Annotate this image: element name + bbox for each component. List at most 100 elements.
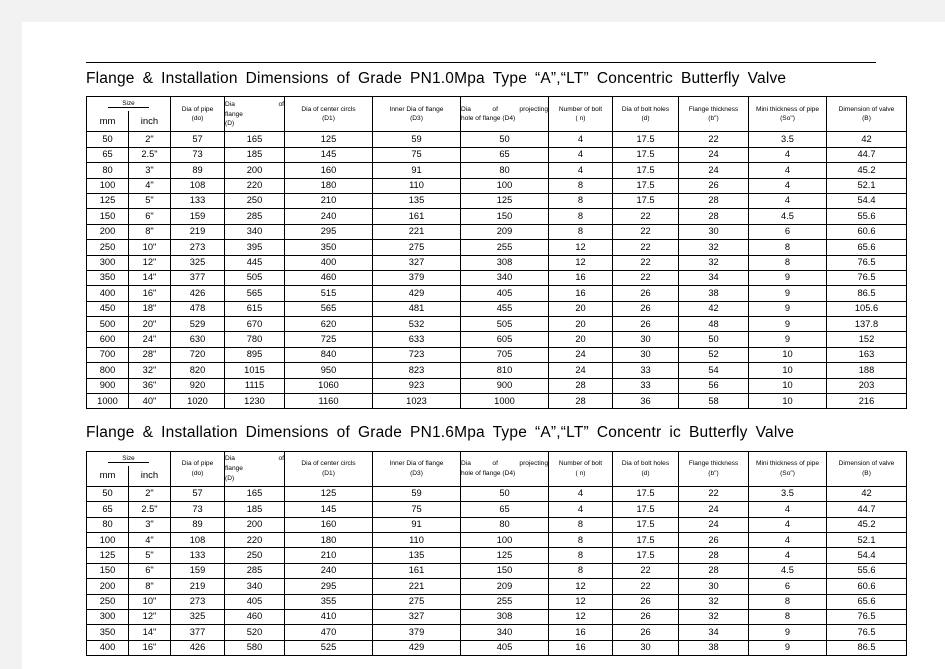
cell-b: 32 (678, 239, 749, 256)
cell-n: 8 (548, 562, 613, 580)
cell-do: 133 (170, 547, 225, 564)
cell-inch: 3" (128, 516, 171, 533)
cell-D: 565 (224, 285, 285, 302)
document-content: Flange & Installation Dimensions of Grad… (86, 62, 907, 657)
cell-D4: 405 (460, 285, 549, 302)
cell-D3: 823 (372, 362, 461, 379)
cell-mm: 700 (86, 346, 129, 364)
cell-D4: 455 (460, 300, 549, 318)
cell-So: 8 (748, 593, 827, 610)
cell-D: 250 (224, 192, 285, 210)
table-row: 50 2" 57 165 125 59 50 4 17.5 22 3.5 42 (86, 131, 907, 148)
header-inner-dia-of-flange-line1: Inner Dia of flange (389, 105, 444, 113)
cell-inch: 5" (128, 547, 171, 564)
cell-b: 24 (678, 146, 749, 164)
cell-mm: 300 (86, 254, 129, 271)
cell-D3: 429 (372, 285, 461, 302)
cell-do: 529 (170, 316, 225, 333)
header-dia-of-flange-line3: (D) (225, 120, 235, 128)
table-row: 100 4" 108 220 180 110 100 8 17.5 26 4 52.1 (86, 177, 907, 194)
cell-D3: 481 (372, 300, 461, 318)
cell-do: 108 (170, 531, 225, 549)
header-dia-of-flange-word2: of (278, 101, 285, 109)
cell-B: 55.6 (826, 562, 907, 580)
cell-D3: 91 (372, 516, 461, 533)
header-number-of-bolt-line2: ( n) (575, 469, 586, 477)
cell-D3: 110 (372, 177, 461, 194)
cell-b: 28 (678, 208, 749, 225)
table-1-body: 50 2" 57 165 125 59 50 4 17.5 22 3.5 42 65 2.5" 73 185 1… (86, 131, 907, 410)
table-row: 250 10" 273 395 350 275 255 12 22 32 8 65.6 (86, 239, 907, 256)
cell-b: 38 (678, 285, 749, 302)
cell-d: 26 (612, 285, 679, 302)
header-projecting-word3: projecting (519, 105, 548, 113)
cell-b: 24 (678, 501, 749, 518)
header-mini-thickness-of-pipe-line2: (So") (780, 115, 795, 123)
cell-D: 200 (224, 516, 285, 533)
cell-n: 8 (548, 208, 613, 225)
cell-do: 73 (170, 501, 225, 518)
cell-So: 4 (748, 162, 827, 179)
cell-inch: 2.5" (128, 501, 171, 518)
header-dia-of-projecting-hole-line2: hole of flange (D4) (461, 469, 516, 477)
cell-d: 22 (612, 578, 679, 595)
cell-D1: 950 (284, 362, 373, 379)
cell-D: 200 (224, 162, 285, 179)
cell-inch: 16" (128, 285, 171, 302)
cell-inch: 36" (128, 377, 171, 395)
cell-D3: 161 (372, 562, 461, 580)
cell-mm: 50 (86, 131, 129, 148)
cell-D4: 705 (460, 346, 549, 364)
header-dia-of-projecting-hole-line2: hole of flange (D4) (461, 115, 516, 123)
header-projecting-word2: of (492, 105, 498, 113)
cell-inch: 12" (128, 254, 171, 271)
cell-D4: 255 (460, 239, 549, 256)
header-dia-of-pipe-line1: Dia of pipe (181, 460, 214, 468)
cell-d: 17.5 (612, 192, 679, 210)
header-dia-of-flange-line2: flange (225, 465, 243, 472)
header-size-mm: mm (86, 111, 129, 133)
cell-d: 30 (612, 346, 679, 364)
cell-inch: 16" (128, 639, 171, 657)
cell-d: 26 (612, 316, 679, 333)
header-dia-of-center-circls-line2: (D1) (322, 469, 335, 477)
header-number-of-bolt: Number of bolt ( n) (548, 450, 613, 487)
cell-D: 615 (224, 300, 285, 318)
cell-B: 55.6 (826, 208, 907, 225)
cell-d: 17.5 (612, 485, 679, 503)
cell-inch: 28" (128, 346, 171, 364)
cell-So: 9 (748, 331, 827, 348)
table-row: 125 5" 133 250 210 135 125 8 17.5 28 4 54.4 (86, 192, 907, 210)
table-pn10: Size Dia of pipe (do) Dia of flange (D) (86, 96, 907, 410)
table-row: 700 28" 720 895 840 723 705 24 30 52 10 163 (86, 346, 907, 364)
header-dia-of-flange-word1: Dia (225, 455, 235, 463)
table-row: 400 16" 426 580 525 429 405 16 30 38 9 86.5 (86, 639, 907, 657)
header-size-inch: inch (128, 111, 171, 133)
cell-mm: 500 (86, 316, 129, 333)
cell-So: 8 (748, 254, 827, 271)
cell-D1: 125 (284, 131, 373, 148)
cell-mm: 80 (86, 162, 129, 179)
cell-B: 44.7 (826, 501, 907, 518)
table-row: 450 18" 478 615 565 481 455 20 26 42 9 105.6 (86, 300, 907, 318)
cell-D1: 620 (284, 316, 373, 333)
cell-D: 580 (224, 639, 285, 657)
header-inner-dia-of-flange: Inner Dia of flange (D3) (372, 450, 461, 487)
header-dia-of-pipe: Dia of pipe (do) (170, 450, 225, 487)
cell-D3: 221 (372, 223, 461, 241)
cell-D4: 80 (460, 516, 549, 533)
cell-D: 445 (224, 254, 285, 271)
cell-D: 780 (224, 331, 285, 348)
cell-do: 159 (170, 208, 225, 225)
header-dia-of-center-circls-line1: Dia of center circls (301, 105, 356, 113)
cell-So: 10 (748, 377, 827, 395)
cell-D4: 209 (460, 223, 549, 241)
table-row: 400 16" 426 565 515 429 405 16 26 38 9 86.5 (86, 285, 907, 302)
header-size-group: Size (86, 450, 171, 466)
cell-mm: 300 (86, 608, 129, 626)
cell-D3: 161 (372, 208, 461, 225)
cell-b: 50 (678, 331, 749, 348)
cell-mm: 200 (86, 223, 129, 241)
cell-do: 720 (170, 346, 225, 364)
cell-D1: 145 (284, 146, 373, 164)
